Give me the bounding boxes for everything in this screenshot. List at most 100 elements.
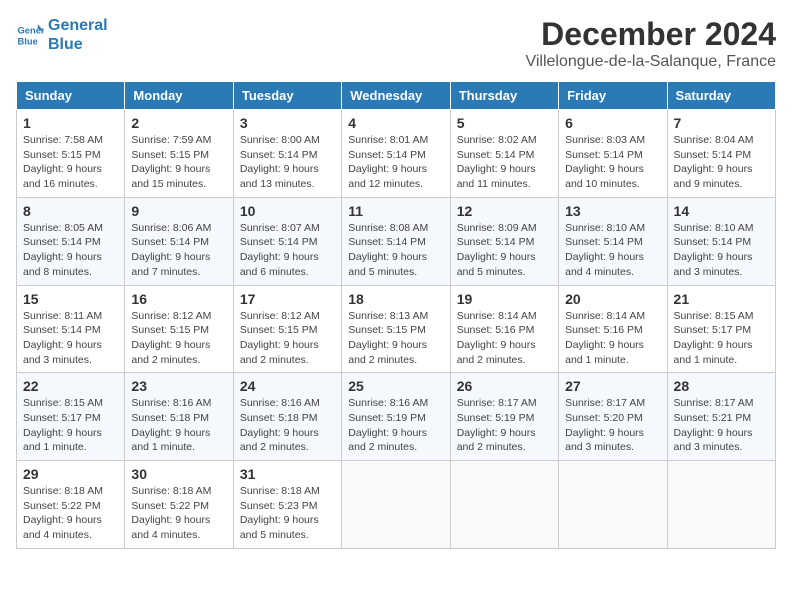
day-info: Sunrise: 8:09 AM Sunset: 5:14 PM Dayligh…	[457, 221, 552, 280]
day-info: Sunrise: 8:14 AM Sunset: 5:16 PM Dayligh…	[565, 309, 660, 368]
day-info: Sunrise: 8:12 AM Sunset: 5:15 PM Dayligh…	[240, 309, 335, 368]
weekday-header-saturday: Saturday	[667, 82, 775, 110]
day-info: Sunrise: 8:15 AM Sunset: 5:17 PM Dayligh…	[674, 309, 769, 368]
day-number: 27	[565, 378, 660, 394]
calendar-cell: 12 Sunrise: 8:09 AM Sunset: 5:14 PM Dayl…	[450, 197, 558, 285]
day-info: Sunrise: 8:11 AM Sunset: 5:14 PM Dayligh…	[23, 309, 118, 368]
day-info: Sunrise: 7:59 AM Sunset: 5:15 PM Dayligh…	[131, 133, 226, 192]
week-row-3: 15 Sunrise: 8:11 AM Sunset: 5:14 PM Dayl…	[17, 285, 776, 373]
calendar-cell: 31 Sunrise: 8:18 AM Sunset: 5:23 PM Dayl…	[233, 461, 341, 549]
calendar-cell: 30 Sunrise: 8:18 AM Sunset: 5:22 PM Dayl…	[125, 461, 233, 549]
week-row-1: 1 Sunrise: 7:58 AM Sunset: 5:15 PM Dayli…	[17, 110, 776, 198]
day-info: Sunrise: 8:17 AM Sunset: 5:21 PM Dayligh…	[674, 396, 769, 455]
week-row-5: 29 Sunrise: 8:18 AM Sunset: 5:22 PM Dayl…	[17, 461, 776, 549]
day-number: 16	[131, 291, 226, 307]
day-number: 9	[131, 203, 226, 219]
day-info: Sunrise: 8:14 AM Sunset: 5:16 PM Dayligh…	[457, 309, 552, 368]
day-number: 23	[131, 378, 226, 394]
calendar-cell: 28 Sunrise: 8:17 AM Sunset: 5:21 PM Dayl…	[667, 373, 775, 461]
calendar-cell: 16 Sunrise: 8:12 AM Sunset: 5:15 PM Dayl…	[125, 285, 233, 373]
calendar-cell: 8 Sunrise: 8:05 AM Sunset: 5:14 PM Dayli…	[17, 197, 125, 285]
calendar-cell: 5 Sunrise: 8:02 AM Sunset: 5:14 PM Dayli…	[450, 110, 558, 198]
calendar-cell: 26 Sunrise: 8:17 AM Sunset: 5:19 PM Dayl…	[450, 373, 558, 461]
day-info: Sunrise: 8:02 AM Sunset: 5:14 PM Dayligh…	[457, 133, 552, 192]
logo: General Blue General Blue	[16, 16, 108, 54]
day-number: 4	[348, 115, 443, 131]
day-number: 29	[23, 466, 118, 482]
logo-general: General	[48, 16, 108, 35]
weekday-header-thursday: Thursday	[450, 82, 558, 110]
calendar-cell: 29 Sunrise: 8:18 AM Sunset: 5:22 PM Dayl…	[17, 461, 125, 549]
day-number: 12	[457, 203, 552, 219]
day-number: 24	[240, 378, 335, 394]
day-number: 21	[674, 291, 769, 307]
calendar-cell: 4 Sunrise: 8:01 AM Sunset: 5:14 PM Dayli…	[342, 110, 450, 198]
weekday-header-wednesday: Wednesday	[342, 82, 450, 110]
day-info: Sunrise: 8:17 AM Sunset: 5:20 PM Dayligh…	[565, 396, 660, 455]
calendar-cell: 10 Sunrise: 8:07 AM Sunset: 5:14 PM Dayl…	[233, 197, 341, 285]
day-info: Sunrise: 8:06 AM Sunset: 5:14 PM Dayligh…	[131, 221, 226, 280]
day-info: Sunrise: 8:05 AM Sunset: 5:14 PM Dayligh…	[23, 221, 118, 280]
day-number: 18	[348, 291, 443, 307]
weekday-header-tuesday: Tuesday	[233, 82, 341, 110]
calendar-cell: 11 Sunrise: 8:08 AM Sunset: 5:14 PM Dayl…	[342, 197, 450, 285]
page-header: General Blue General Blue December 2024 …	[16, 16, 776, 71]
day-info: Sunrise: 8:10 AM Sunset: 5:14 PM Dayligh…	[565, 221, 660, 280]
day-number: 31	[240, 466, 335, 482]
day-info: Sunrise: 8:07 AM Sunset: 5:14 PM Dayligh…	[240, 221, 335, 280]
calendar-cell: 21 Sunrise: 8:15 AM Sunset: 5:17 PM Dayl…	[667, 285, 775, 373]
calendar-cell: 6 Sunrise: 8:03 AM Sunset: 5:14 PM Dayli…	[559, 110, 667, 198]
calendar-cell: 17 Sunrise: 8:12 AM Sunset: 5:15 PM Dayl…	[233, 285, 341, 373]
day-info: Sunrise: 8:12 AM Sunset: 5:15 PM Dayligh…	[131, 309, 226, 368]
day-info: Sunrise: 8:16 AM Sunset: 5:19 PM Dayligh…	[348, 396, 443, 455]
day-info: Sunrise: 8:16 AM Sunset: 5:18 PM Dayligh…	[240, 396, 335, 455]
weekday-header-row: SundayMondayTuesdayWednesdayThursdayFrid…	[17, 82, 776, 110]
calendar-cell: 7 Sunrise: 8:04 AM Sunset: 5:14 PM Dayli…	[667, 110, 775, 198]
day-number: 2	[131, 115, 226, 131]
day-info: Sunrise: 8:13 AM Sunset: 5:15 PM Dayligh…	[348, 309, 443, 368]
calendar-body: 1 Sunrise: 7:58 AM Sunset: 5:15 PM Dayli…	[17, 110, 776, 549]
calendar-cell: 1 Sunrise: 7:58 AM Sunset: 5:15 PM Dayli…	[17, 110, 125, 198]
month-title: December 2024	[525, 16, 776, 53]
day-number: 14	[674, 203, 769, 219]
day-info: Sunrise: 8:04 AM Sunset: 5:14 PM Dayligh…	[674, 133, 769, 192]
calendar-cell: 27 Sunrise: 8:17 AM Sunset: 5:20 PM Dayl…	[559, 373, 667, 461]
calendar-cell: 13 Sunrise: 8:10 AM Sunset: 5:14 PM Dayl…	[559, 197, 667, 285]
day-info: Sunrise: 8:08 AM Sunset: 5:14 PM Dayligh…	[348, 221, 443, 280]
day-number: 3	[240, 115, 335, 131]
day-number: 5	[457, 115, 552, 131]
day-number: 13	[565, 203, 660, 219]
day-number: 26	[457, 378, 552, 394]
calendar-cell	[559, 461, 667, 549]
day-info: Sunrise: 8:15 AM Sunset: 5:17 PM Dayligh…	[23, 396, 118, 455]
day-number: 10	[240, 203, 335, 219]
calendar-cell: 18 Sunrise: 8:13 AM Sunset: 5:15 PM Dayl…	[342, 285, 450, 373]
calendar-cell: 19 Sunrise: 8:14 AM Sunset: 5:16 PM Dayl…	[450, 285, 558, 373]
day-info: Sunrise: 8:03 AM Sunset: 5:14 PM Dayligh…	[565, 133, 660, 192]
calendar-cell: 9 Sunrise: 8:06 AM Sunset: 5:14 PM Dayli…	[125, 197, 233, 285]
calendar-cell: 23 Sunrise: 8:16 AM Sunset: 5:18 PM Dayl…	[125, 373, 233, 461]
calendar-cell: 3 Sunrise: 8:00 AM Sunset: 5:14 PM Dayli…	[233, 110, 341, 198]
day-number: 30	[131, 466, 226, 482]
calendar-cell	[667, 461, 775, 549]
calendar-cell: 22 Sunrise: 8:15 AM Sunset: 5:17 PM Dayl…	[17, 373, 125, 461]
calendar-cell: 2 Sunrise: 7:59 AM Sunset: 5:15 PM Dayli…	[125, 110, 233, 198]
logo-blue: Blue	[48, 35, 108, 54]
day-info: Sunrise: 8:17 AM Sunset: 5:19 PM Dayligh…	[457, 396, 552, 455]
week-row-4: 22 Sunrise: 8:15 AM Sunset: 5:17 PM Dayl…	[17, 373, 776, 461]
day-info: Sunrise: 8:16 AM Sunset: 5:18 PM Dayligh…	[131, 396, 226, 455]
day-number: 28	[674, 378, 769, 394]
location-title: Villelongue-de-la-Salanque, France	[525, 53, 776, 71]
calendar-cell	[450, 461, 558, 549]
day-info: Sunrise: 8:10 AM Sunset: 5:14 PM Dayligh…	[674, 221, 769, 280]
calendar-cell: 24 Sunrise: 8:16 AM Sunset: 5:18 PM Dayl…	[233, 373, 341, 461]
title-block: December 2024 Villelongue-de-la-Salanque…	[525, 16, 776, 71]
day-number: 22	[23, 378, 118, 394]
day-number: 17	[240, 291, 335, 307]
day-info: Sunrise: 8:18 AM Sunset: 5:22 PM Dayligh…	[23, 484, 118, 543]
calendar-cell: 20 Sunrise: 8:14 AM Sunset: 5:16 PM Dayl…	[559, 285, 667, 373]
day-number: 8	[23, 203, 118, 219]
day-info: Sunrise: 8:18 AM Sunset: 5:23 PM Dayligh…	[240, 484, 335, 543]
day-number: 1	[23, 115, 118, 131]
day-number: 11	[348, 203, 443, 219]
